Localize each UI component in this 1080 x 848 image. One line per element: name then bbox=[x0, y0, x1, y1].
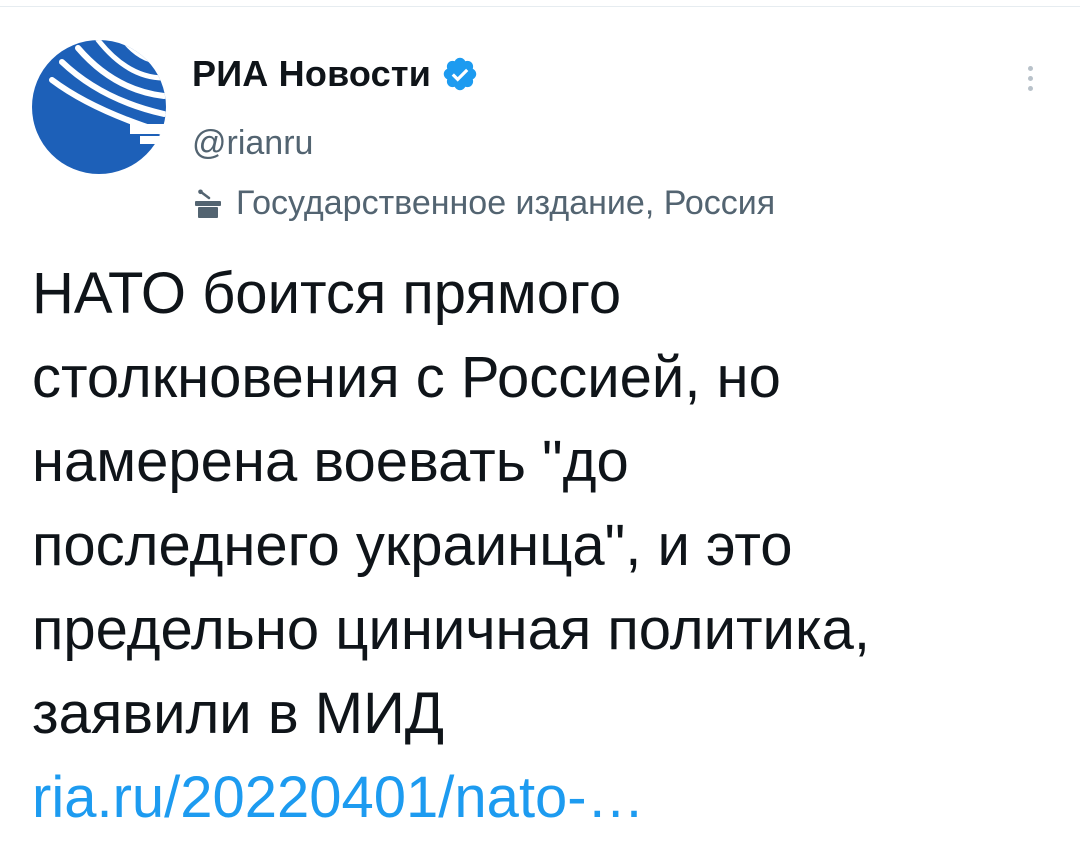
ria-novosti-logo-icon[interactable] bbox=[32, 40, 166, 174]
more-dot bbox=[1027, 85, 1033, 91]
author-display-name[interactable]: РИА Новости bbox=[192, 53, 431, 95]
more-dot bbox=[1027, 65, 1033, 71]
more-options-icon[interactable] bbox=[1012, 58, 1048, 98]
tweet-view: РИА Новости @rianru Государственное изда… bbox=[0, 0, 1080, 848]
verified-badge-icon bbox=[441, 55, 479, 93]
author-name-row[interactable]: РИА Новости bbox=[192, 52, 479, 96]
more-dot bbox=[1027, 75, 1033, 81]
tweet-link[interactable]: ria.ru/20220401/nato-… bbox=[32, 756, 645, 840]
account-label[interactable]: Государственное издание, Россия bbox=[192, 184, 775, 223]
author-handle[interactable]: @rianru bbox=[192, 124, 313, 163]
tweet-text: НАТО боится прямого столкновения с Росси… bbox=[32, 261, 870, 746]
government-podium-icon bbox=[192, 188, 224, 220]
top-divider bbox=[0, 6, 1080, 7]
account-label-text: Государственное издание, Россия bbox=[236, 184, 776, 222]
